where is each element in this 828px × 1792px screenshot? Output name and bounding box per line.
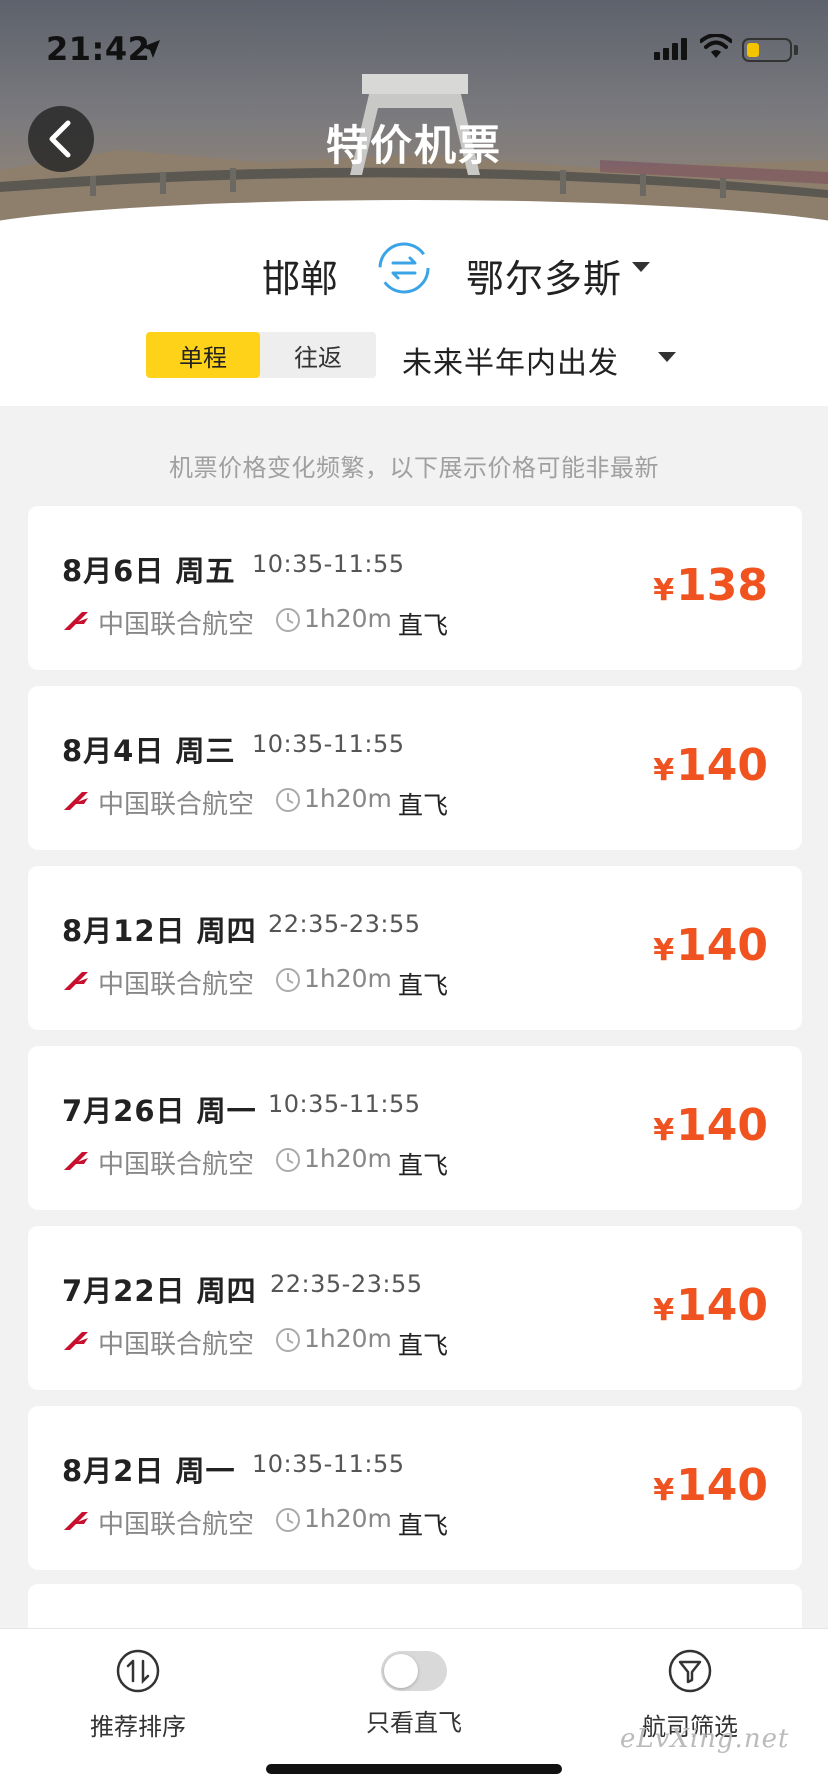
flight-time: 10:35-11:55 — [252, 1450, 405, 1478]
price-value: 140 — [676, 1460, 768, 1511]
currency-symbol: ¥ — [653, 753, 675, 788]
flight-time: 10:35-11:55 — [252, 550, 405, 578]
flight-type: 直飞 — [398, 1151, 449, 1180]
currency-symbol: ¥ — [653, 933, 675, 968]
date-range-select[interactable]: 未来半年内出发 — [402, 338, 619, 382]
toggle-switch[interactable] — [381, 1651, 447, 1691]
tab-roundtrip[interactable]: 往返 — [260, 332, 376, 378]
airline-logo-icon — [64, 1152, 88, 1170]
flight-duration: 1h20m — [304, 964, 392, 993]
flight-date: 8月2日 周一 — [62, 1454, 236, 1488]
departure-city[interactable]: 邯郸 — [262, 248, 338, 303]
airline-name: 中国联合航空 — [98, 970, 255, 1000]
flight-price: ¥138 — [653, 560, 768, 611]
airline-name: 中国联合航空 — [98, 790, 255, 820]
location-arrow-icon — [142, 40, 160, 58]
caret-down-icon[interactable] — [658, 352, 676, 362]
clock-icon — [276, 968, 300, 992]
price-value: 138 — [676, 560, 768, 611]
airline-logo-icon — [64, 1332, 88, 1350]
flight-price: ¥140 — [653, 1280, 768, 1331]
currency-symbol: ¥ — [653, 1473, 675, 1508]
toggle-knob — [384, 1654, 418, 1688]
flight-date: 8月6日 周五 — [62, 554, 236, 588]
flight-price: ¥140 — [653, 1460, 768, 1511]
route-selector: 邯郸 鄂尔多斯 单程 往返 未来半年内出发 — [0, 230, 828, 530]
clock-icon — [276, 1328, 300, 1352]
price-value: 140 — [676, 920, 768, 971]
flight-date: 8月12日 周四 — [62, 914, 257, 948]
flight-card[interactable]: 8月12日 周四 22:35-23:55 中国联合航空 1h20m 直飞 ¥14… — [28, 866, 802, 1030]
tab-oneway[interactable]: 单程 — [146, 332, 260, 378]
airline-name: 中国联合航空 — [98, 1150, 255, 1180]
clock-icon — [276, 1508, 300, 1532]
screen: 21:42 特价机票 邯郸 鄂尔多斯 单程 往返 未来半年内出发 机票价格变化频… — [0, 0, 828, 1792]
clock-icon — [276, 1148, 300, 1172]
airline-name: 中国联合航空 — [98, 1510, 255, 1540]
flight-time: 22:35-23:55 — [268, 910, 421, 938]
flight-duration: 1h20m — [304, 1144, 392, 1173]
flight-time: 10:35-11:55 — [268, 1090, 421, 1118]
airline-name: 中国联合航空 — [98, 1330, 255, 1360]
wifi-icon — [700, 34, 732, 58]
direct-only-label: 只看直飞 — [366, 1709, 462, 1737]
direct-only-toggle[interactable]: 只看直飞 — [324, 1647, 504, 1738]
flight-card[interactable]: 8月4日 周三 10:35-11:55 中国联合航空 1h20m 直飞 ¥140 — [28, 686, 802, 850]
flight-duration: 1h20m — [304, 1504, 392, 1533]
battery-tip — [794, 45, 798, 55]
trip-type-toggle: 单程 往返 — [146, 332, 376, 378]
flight-duration: 1h20m — [304, 1324, 392, 1353]
battery-icon — [742, 38, 792, 62]
price-value: 140 — [676, 1280, 768, 1331]
flight-time: 22:35-23:55 — [270, 1270, 423, 1298]
clock-icon — [276, 608, 300, 632]
flight-card[interactable]: 7月26日 周一 10:35-11:55 中国联合航空 1h20m 直飞 ¥14… — [28, 1046, 802, 1210]
currency-symbol: ¥ — [653, 1113, 675, 1148]
flight-type: 直飞 — [398, 1511, 449, 1540]
sort-icon — [116, 1649, 160, 1693]
arrival-city[interactable]: 鄂尔多斯 — [466, 248, 622, 303]
flight-price: ¥140 — [653, 740, 768, 791]
airline-logo-icon — [64, 612, 88, 630]
flight-type: 直飞 — [398, 611, 449, 640]
price-value: 140 — [676, 740, 768, 791]
status-bar: 21:42 — [0, 0, 828, 90]
flight-type: 直飞 — [398, 971, 449, 1000]
page-title: 特价机票 — [325, 121, 502, 170]
filter-icon — [668, 1649, 712, 1693]
flight-duration: 1h20m — [304, 604, 392, 633]
caret-down-icon[interactable] — [632, 262, 650, 272]
flight-price: ¥140 — [653, 1100, 768, 1151]
flight-card[interactable]: 7月22日 周四 22:35-23:55 中国联合航空 1h20m 直飞 ¥14… — [28, 1226, 802, 1390]
airline-name: 中国联合航空 — [98, 610, 255, 640]
airline-logo-icon — [64, 1512, 88, 1530]
flight-type: 直飞 — [398, 1331, 449, 1360]
watermark: eLvXing.net — [620, 1724, 790, 1754]
flight-date: 7月26日 周一 — [62, 1094, 257, 1128]
flight-card[interactable]: 8月2日 周一 10:35-11:55 中国联合航空 1h20m 直飞 ¥140 — [28, 1406, 802, 1570]
sort-button[interactable]: 推荐排序 — [48, 1647, 228, 1742]
swap-cities-icon[interactable] — [376, 240, 432, 296]
flight-date: 7月22日 周四 — [62, 1274, 257, 1308]
flight-type: 直飞 — [398, 791, 449, 820]
flight-card[interactable]: 8月6日 周五 10:35-11:55 中国联合航空 1h20m 直飞 ¥138 — [28, 506, 802, 670]
flight-price: ¥140 — [653, 920, 768, 971]
home-indicator — [266, 1764, 562, 1774]
airline-logo-icon — [64, 792, 88, 810]
flight-time: 10:35-11:55 — [252, 730, 405, 758]
cellular-signal-icon — [654, 38, 687, 60]
airline-logo-icon — [64, 972, 88, 990]
status-time: 21:42 — [46, 30, 151, 68]
clock-icon — [276, 788, 300, 812]
flight-date: 8月4日 周三 — [62, 734, 236, 768]
price-notice: 机票价格变化频繁，以下展示价格可能非最新 — [169, 454, 659, 482]
currency-symbol: ¥ — [653, 573, 675, 608]
sort-label: 推荐排序 — [90, 1713, 186, 1741]
price-value: 140 — [676, 1100, 768, 1151]
currency-symbol: ¥ — [653, 1293, 675, 1328]
flight-duration: 1h20m — [304, 784, 392, 813]
